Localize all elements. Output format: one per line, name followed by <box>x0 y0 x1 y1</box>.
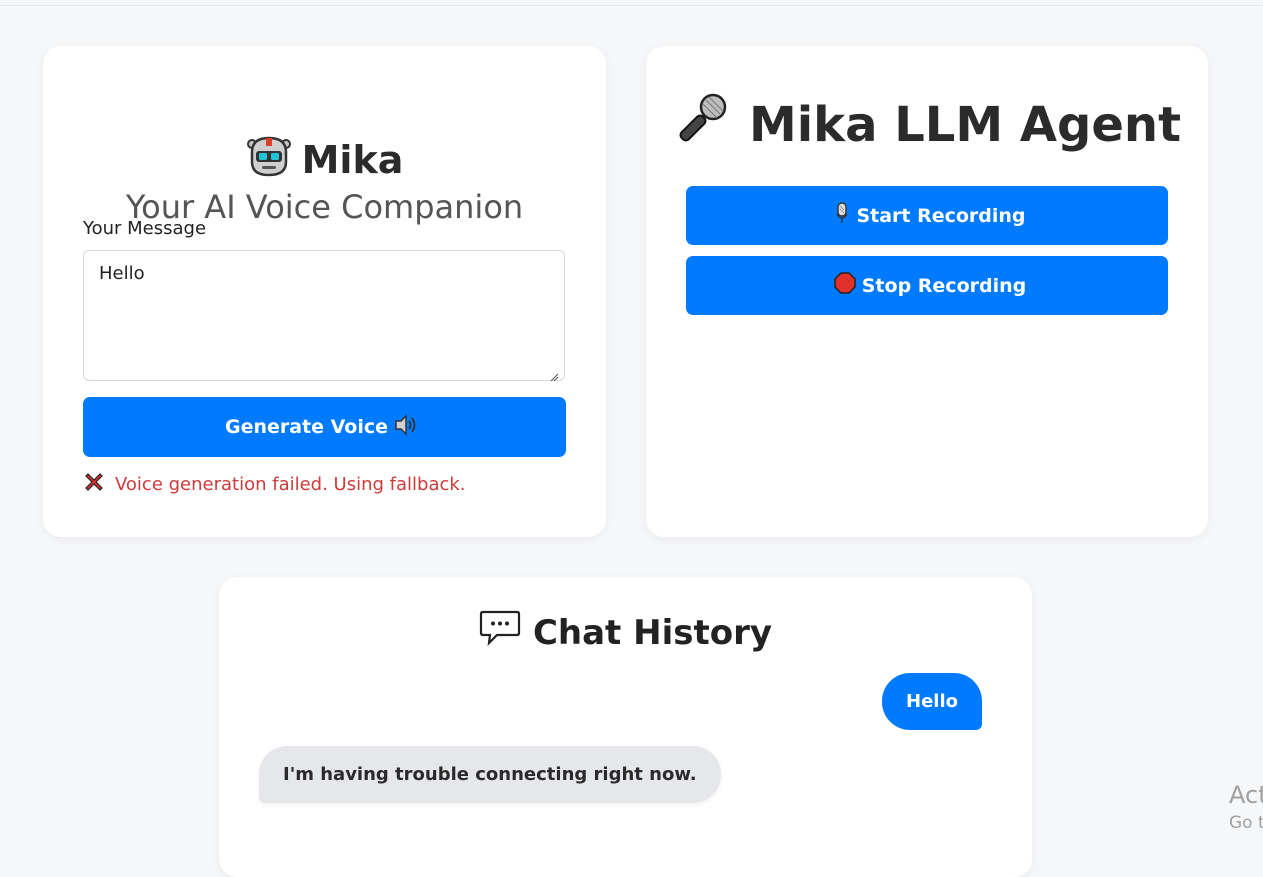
watermark-line1: Act <box>1229 781 1263 809</box>
start-recording-label: Start Recording <box>856 204 1026 227</box>
stop-sign-icon <box>834 272 856 299</box>
llm-agent-card: Mika LLM Agent Start Recording Stop Reco… <box>646 46 1208 537</box>
stop-recording-button[interactable]: Stop Recording <box>686 256 1168 315</box>
resize-grip-icon[interactable] <box>549 372 559 382</box>
generate-voice-label: Generate Voice <box>224 416 389 438</box>
assistant-message-bubble: I'm having trouble connecting right now. <box>259 746 721 803</box>
stop-recording-label: Stop Recording <box>861 274 1027 297</box>
microphone-small-icon <box>834 202 850 229</box>
message-input[interactable]: Hello <box>83 250 565 381</box>
message-label: Your Message <box>83 218 207 239</box>
microphone-icon <box>673 90 731 160</box>
speech-bubble-icon <box>479 609 521 656</box>
agent-title: Mika LLM Agent <box>748 97 1182 153</box>
chat-title: Chat History <box>532 612 773 653</box>
speaker-icon <box>394 413 418 441</box>
activation-watermark: Act Go t <box>1229 781 1263 837</box>
watermark-line2: Go t <box>1229 813 1263 833</box>
user-message-bubble: Hello <box>882 673 982 730</box>
app-title: Mika <box>301 137 404 182</box>
error-text: Voice generation failed. Using fallback. <box>115 474 466 495</box>
start-recording-button[interactable]: Start Recording <box>686 186 1168 245</box>
chat-header: Chat History <box>219 609 1032 656</box>
error-message: Voice generation failed. Using fallback. <box>83 471 466 498</box>
brand-header: Mika <box>43 132 606 187</box>
robot-icon <box>246 132 292 187</box>
agent-header: Mika LLM Agent <box>646 90 1208 160</box>
top-divider <box>0 5 1263 6</box>
cross-icon <box>83 471 105 498</box>
generate-voice-button[interactable]: Generate Voice <box>83 397 566 457</box>
voice-companion-card: Mika Your AI Voice Companion Your Messag… <box>43 46 606 537</box>
chat-history-card: Chat History Hello I'm having trouble co… <box>219 577 1032 877</box>
